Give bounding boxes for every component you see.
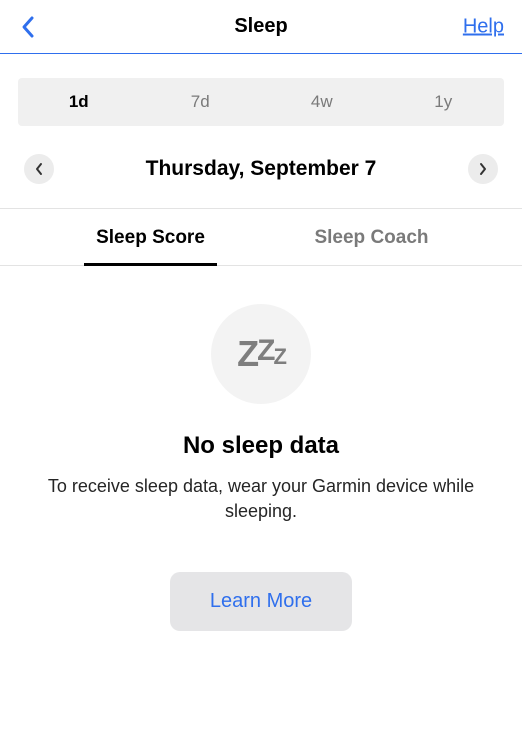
empty-state: ZZZ No sleep data To receive sleep data,… — [0, 266, 522, 748]
range-1d[interactable]: 1d — [18, 92, 140, 112]
previous-day-button[interactable] — [24, 154, 54, 184]
learn-more-button[interactable]: Learn More — [170, 572, 352, 631]
tab-sleep-score[interactable]: Sleep Score — [40, 209, 261, 265]
help-link[interactable]: Help — [463, 15, 504, 38]
next-day-button[interactable] — [468, 154, 498, 184]
empty-state-title: No sleep data — [183, 432, 339, 460]
time-range-segmented: 1d 7d 4w 1y — [18, 78, 504, 126]
range-4w[interactable]: 4w — [261, 92, 383, 112]
date-navigator: Thursday, September 7 — [0, 154, 522, 209]
current-date: Thursday, September 7 — [146, 157, 377, 181]
range-7d[interactable]: 7d — [140, 92, 262, 112]
sleep-icon-circle: ZZZ — [211, 304, 311, 404]
chevron-right-icon — [478, 162, 488, 176]
chevron-left-icon — [20, 15, 36, 39]
chevron-left-icon — [34, 162, 44, 176]
tab-sleep-coach[interactable]: Sleep Coach — [261, 209, 482, 265]
empty-state-body: To receive sleep data, wear your Garmin … — [0, 474, 522, 524]
page-title: Sleep — [234, 15, 287, 38]
back-button[interactable] — [10, 9, 46, 45]
sleep-zzz-icon: ZZZ — [237, 336, 285, 372]
app-header: Sleep Help — [0, 0, 522, 54]
section-tabs: Sleep Score Sleep Coach — [0, 209, 522, 266]
range-1y[interactable]: 1y — [383, 92, 505, 112]
